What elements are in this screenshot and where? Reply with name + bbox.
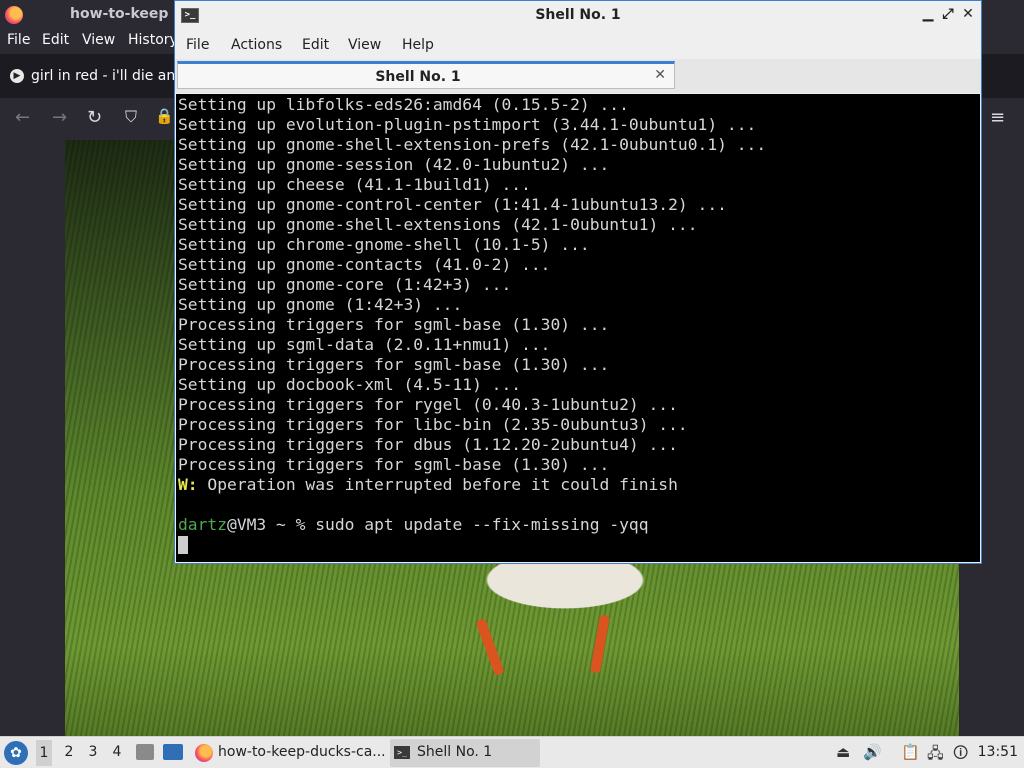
taskbar-task-label: Shell No. 1 — [417, 744, 493, 760]
duck-leg — [475, 618, 505, 676]
terminal-output-line: Setting up evolution-plugin-pstimport (3… — [178, 115, 757, 134]
hamburger-menu-icon[interactable]: ≡ — [990, 107, 1005, 128]
terminal-output-line: Setting up gnome-session (42.0-1ubuntu2)… — [178, 155, 610, 174]
terminal-menu-actions[interactable]: Actions — [231, 37, 282, 53]
terminal-output-line: Processing triggers for libc-bin (2.35-0… — [178, 415, 688, 434]
terminal-menubar: File Actions Edit View Help — [175, 31, 981, 59]
browser-menu-edit[interactable]: Edit — [42, 32, 69, 48]
terminal-output-line: Setting up sgml-data (2.0.11+nmu1) ... — [178, 335, 551, 354]
browser-menu-history[interactable]: History — [128, 32, 178, 48]
terminal-icon: >_ — [394, 746, 410, 759]
prompt-command: sudo apt update --fix-missing -yqq — [315, 515, 649, 534]
file-manager-icon[interactable] — [136, 744, 154, 760]
terminal-tab[interactable]: Shell No. 1 ✕ — [177, 61, 675, 89]
terminal-output-line: Processing triggers for sgml-base (1.30)… — [178, 355, 610, 374]
terminal-titlebar[interactable]: >_ Shell No. 1 ▁ ⤢ ✕ — [175, 1, 981, 31]
terminal-output-line: Setting up gnome-core (1:42+3) ... — [178, 275, 512, 294]
clipboard-icon[interactable]: ⏏ — [836, 743, 850, 761]
terminal-menu-file[interactable]: File — [186, 37, 209, 53]
taskbar: ✿ 1 2 3 4 how-to-keep-ducks-ca... >_ She… — [0, 736, 1024, 768]
workspace-2[interactable]: 2 — [61, 744, 77, 760]
terminal-output-line: Setting up chrome-gnome-shell (10.1-5) .… — [178, 235, 590, 254]
terminal-menu-view[interactable]: View — [348, 37, 381, 53]
volume-icon[interactable]: 🔊 — [863, 743, 882, 761]
maximize-icon[interactable]: ⤢ — [939, 6, 957, 22]
terminal-tabbar: Shell No. 1 ✕ — [175, 59, 981, 93]
terminal-prompt-line: dartz@VM3 ~ % sudo apt update --fix-miss… — [178, 515, 766, 535]
terminal-tab-label: Shell No. 1 — [375, 69, 461, 85]
warning-prefix: W: — [178, 475, 198, 494]
terminal-cursor-line — [178, 535, 766, 555]
workspace-3[interactable]: 3 — [85, 744, 101, 760]
lock-icon[interactable]: 🔒 — [155, 107, 174, 125]
terminal-output-line: Setting up gnome (1:42+3) ... — [178, 295, 463, 314]
workspace-1[interactable]: 1 — [36, 740, 52, 766]
reload-icon[interactable]: ↻ — [87, 107, 102, 128]
minimize-icon[interactable]: ▁ — [919, 6, 937, 22]
terminal-output-line: Setting up gnome-shell-extensions (42.1-… — [178, 215, 698, 234]
terminal-output-line: Setting up cheese (41.1-1build1) ... — [178, 175, 531, 194]
terminal-output[interactable]: Setting up libfolks-eds26:amd64 (0.15.5-… — [176, 94, 980, 562]
browser-tab[interactable]: girl in red - i'll die any — [31, 68, 184, 84]
terminal-menu-edit[interactable]: Edit — [302, 37, 329, 53]
firefox-icon — [195, 744, 213, 762]
terminal-window: >_ Shell No. 1 ▁ ⤢ ✕ File Actions Edit V… — [174, 0, 982, 564]
workspace-4[interactable]: 4 — [109, 744, 125, 760]
terminal-output-line: Setting up docbook-xml (4.5-11) ... — [178, 375, 522, 394]
terminal-text: Setting up libfolks-eds26:amd64 (0.15.5-… — [178, 95, 766, 555]
tab-close-icon[interactable]: ✕ — [654, 67, 666, 83]
updates-icon[interactable]: 🛈 — [953, 743, 968, 768]
forward-icon[interactable]: → — [52, 107, 67, 128]
terminal-output-line: Processing triggers for dbus (1.12.20-2u… — [178, 435, 678, 454]
terminal-output-line: Setting up libfolks-eds26:amd64 (0.15.5-… — [178, 95, 629, 114]
show-desktop-icon[interactable] — [163, 744, 183, 760]
terminal-menu-help[interactable]: Help — [402, 37, 434, 53]
text-cursor — [178, 536, 188, 554]
firefox-icon — [5, 6, 23, 24]
prompt-host: @VM3 ~ % — [227, 515, 316, 534]
terminal-output-line: Setting up gnome-shell-extension-prefs (… — [178, 135, 767, 154]
network-icon[interactable]: 🖧 — [927, 743, 944, 768]
terminal-output-line: Processing triggers for sgml-base (1.30)… — [178, 455, 610, 474]
terminal-window-title: Shell No. 1 — [535, 7, 621, 23]
shield-icon[interactable]: ⛉ — [125, 107, 137, 127]
terminal-output-line: Setting up gnome-contacts (41.0-2) ... — [178, 255, 551, 274]
play-icon: ▶ — [10, 69, 24, 83]
clock: 13:51 — [977, 744, 1018, 760]
warning-text: Operation was interrupted before it coul… — [197, 475, 678, 494]
browser-menu-view[interactable]: View — [82, 32, 115, 48]
taskbar-task-label: how-to-keep-ducks-ca... — [218, 744, 386, 760]
browser-menu-file[interactable]: File — [7, 32, 30, 48]
browser-title: how-to-keep — [70, 6, 169, 22]
terminal-output-line: Processing triggers for sgml-base (1.30)… — [178, 315, 610, 334]
taskbar-task-terminal[interactable]: >_ Shell No. 1 — [390, 739, 540, 767]
close-icon[interactable]: ✕ — [959, 6, 977, 22]
notes-icon[interactable]: 📋 — [901, 743, 920, 761]
taskbar-task-firefox[interactable]: how-to-keep-ducks-ca... — [192, 739, 388, 767]
start-menu-icon[interactable]: ✿ — [4, 741, 28, 765]
terminal-output-line: Setting up gnome-control-center (1:41.4-… — [178, 195, 727, 214]
duck-leg — [590, 614, 610, 674]
terminal-output-line: Processing triggers for rygel (0.40.3-1u… — [178, 395, 678, 414]
prompt-user: dartz — [178, 515, 228, 534]
terminal-warning-line: W: Operation was interrupted before it c… — [178, 475, 766, 495]
back-icon[interactable]: ← — [15, 107, 30, 128]
